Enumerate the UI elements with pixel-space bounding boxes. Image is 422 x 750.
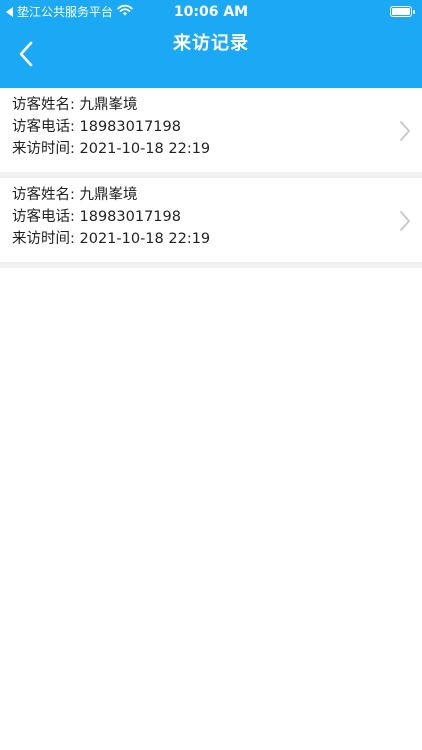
visit-time: 来访时间: 2021-10-18 22:19 [12, 231, 211, 247]
visit-time: 来访时间: 2021-10-18 22:19 [12, 141, 211, 157]
chevron-right-icon [400, 121, 410, 141]
visit-item[interactable]: 访客姓名: 九鼎峯境 访客电话: 18983017198 来访时间: 2021-… [0, 88, 422, 172]
visit-list: 访客姓名: 九鼎峯境 访客电话: 18983017198 来访时间: 2021-… [0, 64, 422, 268]
battery-icon [390, 6, 415, 17]
visit-item[interactable]: 访客姓名: 九鼎峯境 访客电话: 18983017198 来访时间: 2021-… [0, 178, 422, 262]
visitor-name: 访客姓名: 九鼎峯境 [12, 97, 138, 113]
visitor-name: 访客姓名: 九鼎峯境 [12, 187, 138, 203]
visitor-phone: 访客电话: 18983017198 [12, 119, 181, 135]
visitor-phone: 访客电话: 18983017198 [12, 209, 181, 225]
status-bar: 垫江公共服务平台 10:06 AM [0, 0, 422, 24]
status-time: 10:06 AM [173, 4, 249, 20]
page-title: 来访记录 [173, 33, 249, 54]
chevron-right-icon [400, 211, 410, 231]
row-divider [0, 262, 422, 268]
